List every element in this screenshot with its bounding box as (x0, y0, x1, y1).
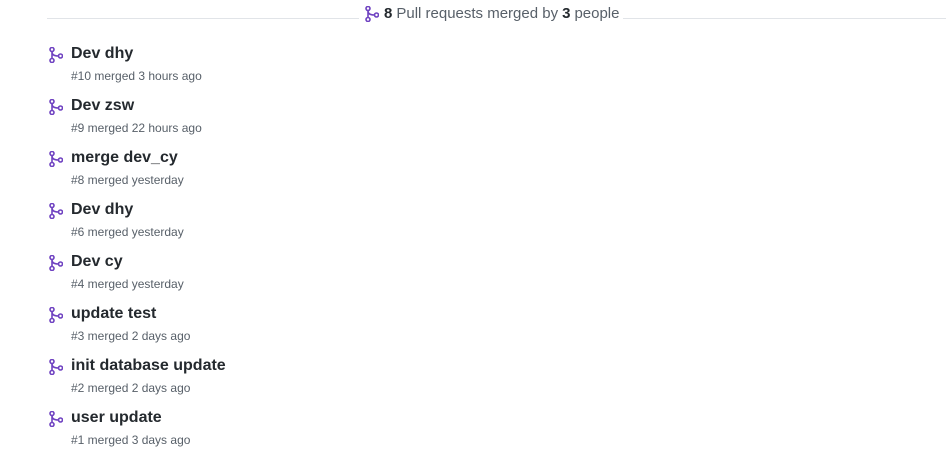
pr-title-link[interactable]: init database update (71, 357, 226, 375)
pr-title-link[interactable]: update test (71, 305, 156, 323)
git-merge-icon (49, 411, 63, 427)
pr-title-link[interactable]: user update (71, 409, 162, 427)
merged-summary: 8 Pull requests merged by 3 people (47, 4, 946, 28)
pr-meta: #3 merged 2 days ago (71, 329, 191, 343)
git-merge-icon (49, 307, 63, 323)
pr-count: 8 (384, 5, 393, 22)
pr-meta: #9 merged 22 hours ago (71, 121, 202, 135)
merged-pull-requests-panel: 8 Pull requests merged by 3 people Dev d… (0, 0, 946, 456)
pr-meta: #1 merged 3 days ago (71, 433, 191, 447)
git-merge-icon (365, 5, 379, 22)
summary-middle-text: Pull requests merged by (396, 5, 559, 22)
pr-meta: #2 merged 2 days ago (71, 381, 191, 395)
pr-title-link[interactable]: Dev dhy (71, 201, 133, 219)
pr-meta: #4 merged yesterday (71, 277, 184, 291)
git-merge-icon (49, 359, 63, 375)
git-merge-icon (49, 151, 63, 167)
pr-title-link[interactable]: Dev dhy (71, 45, 133, 63)
summary-text: 8 Pull requests merged by 3 people (359, 5, 624, 22)
pr-title-link[interactable]: merge dev_cy (71, 149, 178, 167)
people-count: 3 (562, 5, 571, 22)
pr-meta: #6 merged yesterday (71, 225, 184, 239)
git-merge-icon (49, 255, 63, 271)
pr-meta: #8 merged yesterday (71, 173, 184, 187)
pr-meta: #10 merged 3 hours ago (71, 69, 202, 83)
pr-title-link[interactable]: Dev cy (71, 253, 123, 271)
git-merge-icon (49, 47, 63, 63)
summary-end-text: people (574, 5, 620, 22)
git-merge-icon (49, 203, 63, 219)
pr-title-link[interactable]: Dev zsw (71, 97, 134, 115)
git-merge-icon (49, 99, 63, 115)
